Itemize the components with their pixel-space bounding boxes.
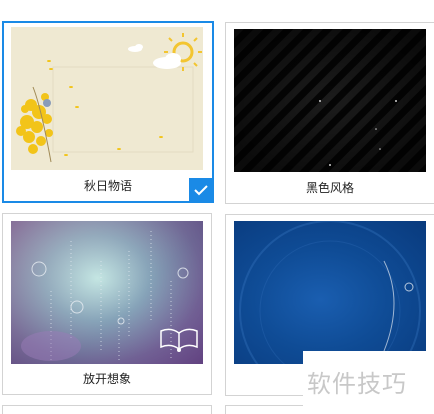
template-label: 放开想象 xyxy=(82,372,131,386)
template-card-imagine[interactable]: 放开想象 xyxy=(2,213,212,395)
template-thumbnail-autumn xyxy=(11,27,203,170)
template-card-black[interactable]: 黑色风格 xyxy=(225,22,434,204)
template-thumbnail-black xyxy=(234,29,426,172)
autumn-artwork xyxy=(16,33,202,163)
template-grid: 秋日物语 黑色风格 放开想象 软件技巧 xyxy=(0,0,434,414)
template-thumbnail-imagine xyxy=(11,221,203,364)
template-card-partial[interactable] xyxy=(225,405,305,414)
template-label: 秋日物语 xyxy=(83,179,132,193)
watermark-text: 软件技巧 xyxy=(307,370,407,398)
black-stripes-artwork xyxy=(234,29,426,172)
template-card-partial[interactable] xyxy=(2,405,212,414)
template-label: 黑色风格 xyxy=(305,181,354,195)
template-thumbnail-blue xyxy=(234,221,426,364)
template-card-autumn[interactable]: 秋日物语 xyxy=(2,21,214,203)
imagine-artwork xyxy=(21,231,198,361)
selected-check-icon xyxy=(189,178,213,202)
blue-artwork xyxy=(239,221,421,364)
